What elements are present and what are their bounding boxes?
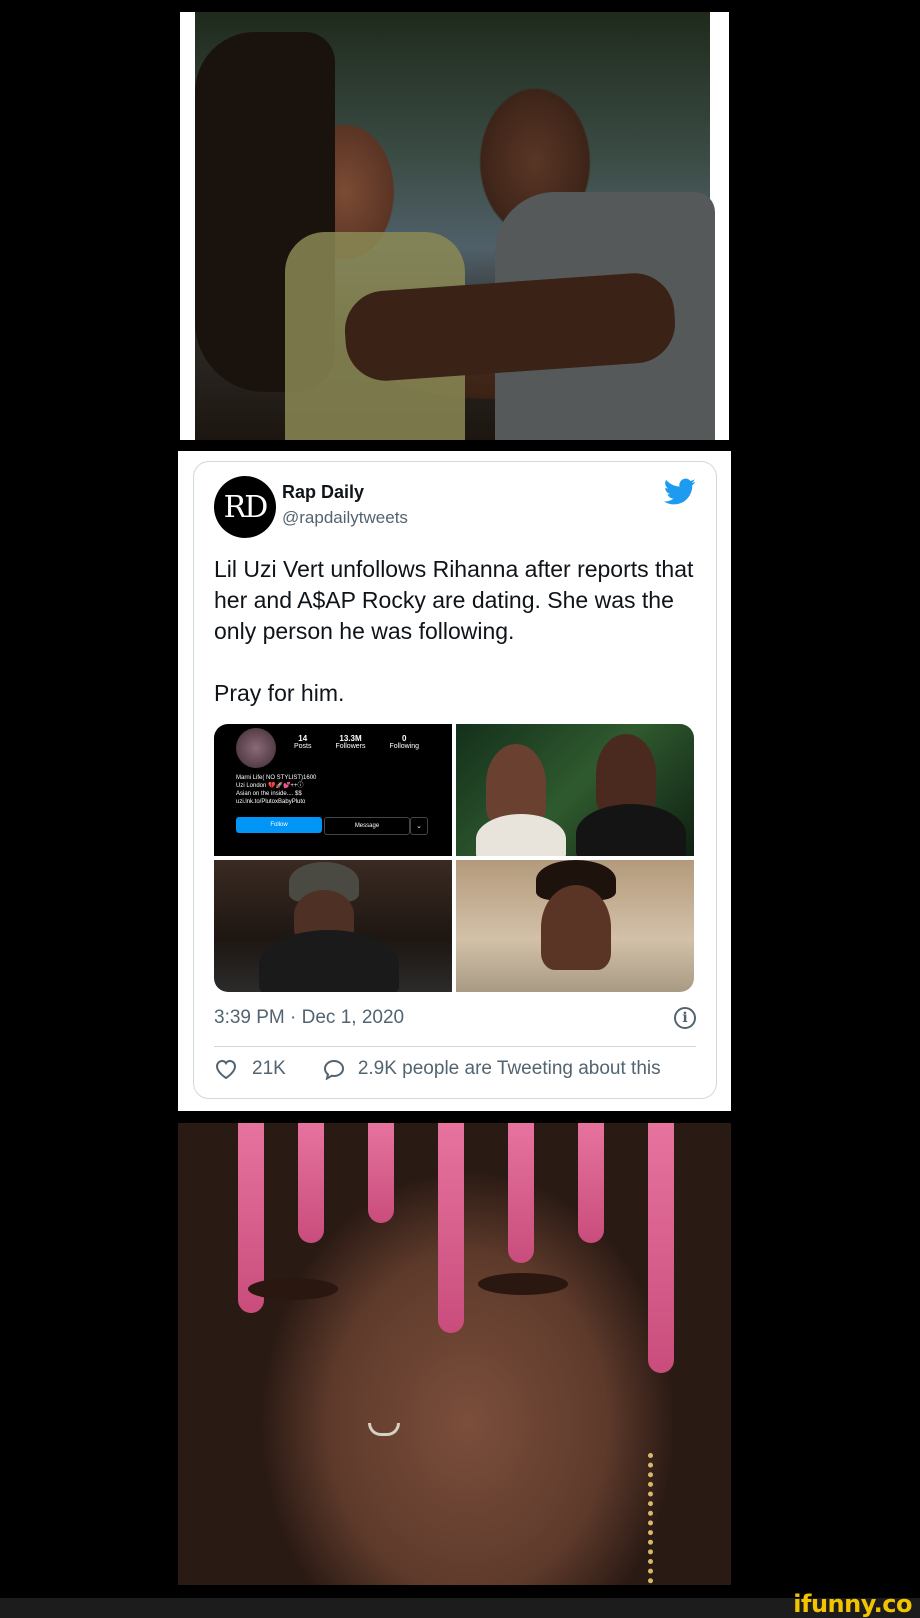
- ig-posts-label: Posts: [294, 743, 312, 750]
- media-grid[interactable]: 14 Posts 13.3M Followers 0 Following Marni …: [214, 724, 694, 992]
- media-photo-selfie[interactable]: [456, 860, 694, 992]
- photo-figure: [541, 885, 611, 970]
- photo-nose-ring: [368, 1423, 400, 1436]
- ig-following-stat: 0 Following: [389, 734, 419, 750]
- ig-followers-label: Followers: [335, 743, 366, 750]
- photo-dreadlock: [298, 1123, 324, 1243]
- ig-posts-count: 14: [298, 734, 308, 743]
- top-photo-frame: [180, 12, 729, 440]
- photo-dreadlock: [368, 1123, 394, 1223]
- like-count[interactable]: 21K: [252, 1058, 286, 1080]
- instagram-profile-screenshot[interactable]: 14 Posts 13.3M Followers 0 Following Marni …: [214, 724, 452, 856]
- info-icon[interactable]: i: [674, 1007, 696, 1029]
- crying-face-photo: [178, 1123, 731, 1585]
- photo-figure: [259, 930, 399, 992]
- ig-more-button: ⌄: [410, 817, 428, 835]
- photo-dreadlock: [648, 1123, 674, 1373]
- tweet-timestamp[interactable]: 3:39 PM · Dec 1, 2020: [214, 1007, 404, 1029]
- ig-follow-button: Follow: [236, 817, 322, 833]
- ig-avatar: [236, 728, 276, 768]
- ig-followers-count: 13.3M: [339, 734, 362, 743]
- ig-following-label: Following: [389, 743, 420, 750]
- media-photo-couple[interactable]: [456, 724, 694, 856]
- photo-figure: [486, 744, 546, 824]
- ig-message-button: Message: [324, 817, 410, 835]
- display-name[interactable]: Rap Daily: [282, 482, 364, 503]
- ig-posts-stat: 14 Posts: [294, 734, 312, 750]
- ig-stats: 14 Posts 13.3M Followers 0 Following: [294, 734, 419, 750]
- photo-figure: [596, 734, 656, 814]
- heart-icon[interactable]: [214, 1058, 238, 1080]
- ifunny-watermark: ifunny.co: [793, 1590, 912, 1618]
- twitter-bird-icon[interactable]: [664, 478, 696, 506]
- photo-eye: [478, 1273, 568, 1295]
- tweet-actions: 21K 2.9K people are Tweeting about this: [214, 1058, 661, 1080]
- user-handle[interactable]: @rapdailytweets: [282, 508, 408, 528]
- photo-figure: [476, 814, 566, 856]
- tweet-frame: RD Rap Daily @rapdailytweets Lil Uzi Ver…: [178, 451, 731, 1111]
- photo-dreadlock: [438, 1123, 464, 1333]
- tweet-text: Lil Uzi Vert unfollows Rihanna after rep…: [214, 556, 694, 706]
- footer-bar: [0, 1598, 920, 1618]
- couple-photo: [195, 12, 715, 440]
- photo-dreadlock: [578, 1123, 604, 1243]
- photo-chain: [648, 1453, 677, 1585]
- reply-icon[interactable]: [322, 1058, 346, 1080]
- divider: [214, 1046, 696, 1047]
- ig-bio: Marni Life( NO STYLIST)1600 Uzi London 💔…: [236, 775, 317, 805]
- photo-eye: [248, 1278, 338, 1300]
- avatar[interactable]: RD: [214, 476, 276, 538]
- ig-followers-stat: 13.3M Followers: [336, 734, 366, 750]
- tweet-card[interactable]: RD Rap Daily @rapdailytweets Lil Uzi Ver…: [193, 461, 717, 1099]
- ig-following-count: 0: [402, 734, 407, 743]
- photo-figure: [576, 804, 686, 856]
- media-photo-uzi[interactable]: [214, 860, 452, 992]
- reply-count[interactable]: 2.9K people are Tweeting about this: [358, 1058, 661, 1080]
- photo-dreadlock: [508, 1123, 534, 1263]
